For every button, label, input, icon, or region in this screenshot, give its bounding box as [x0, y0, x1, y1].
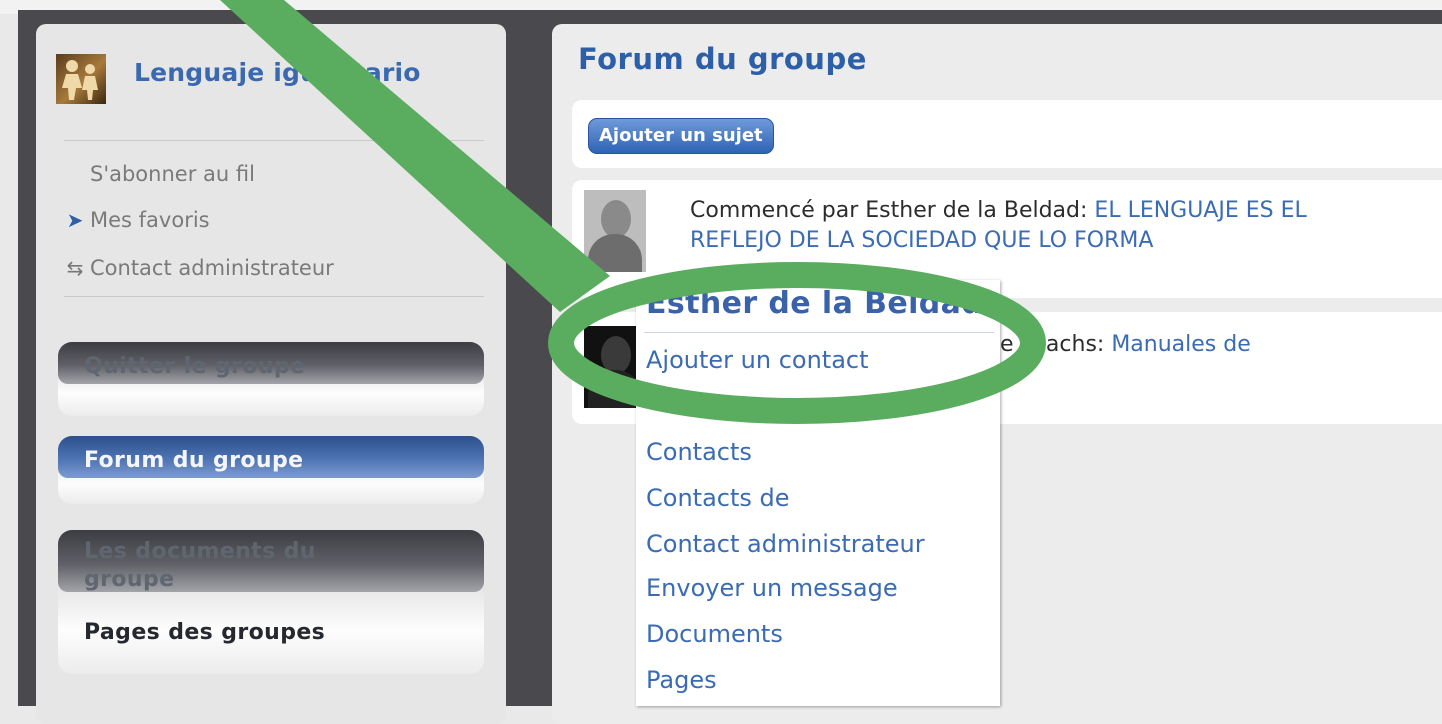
menu-item-contacts[interactable]: Contacts [646, 438, 752, 466]
avatar[interactable] [584, 190, 646, 272]
menu-item-documents[interactable]: Documents [646, 620, 783, 648]
sidebar-subscribe-link[interactable]: S'abonner au fil [64, 162, 255, 186]
forum-box: Forum du groupe [58, 436, 484, 504]
sidebar-contact-admin-link[interactable]: ⇆ Contact administrateur [64, 256, 334, 280]
people-icon [62, 60, 98, 100]
sidebar-favorites-link[interactable]: ➤ Mes favoris [64, 208, 210, 232]
leave-group-button[interactable]: Quitter le groupe [84, 354, 305, 379]
group-pages-link[interactable]: Pages des groupes [84, 620, 325, 645]
topic-text: Commencé par Esther de la Beldad: EL LEN… [690, 198, 1307, 253]
popup-title[interactable]: Esther de la Beldad [646, 286, 983, 321]
group-name-link[interactable]: Lenguaje igualitario [134, 58, 421, 87]
menu-item-contact-admin[interactable]: Contact administrateur [646, 530, 925, 558]
documents-box: Les documents du groupe Pages des groupe… [58, 530, 484, 674]
user-popup-menu: Esther de la Beldad Ajouter un contact C… [636, 280, 1000, 706]
documents-button[interactable]: Les documents du groupe [84, 538, 404, 594]
forum-button[interactable]: Forum du groupe [84, 448, 303, 473]
leave-group-box: Quitter le groupe [58, 342, 484, 416]
menu-item-add-contact[interactable]: Ajouter un contact [646, 346, 869, 374]
menu-item-contacts-of[interactable]: Contacts de [646, 484, 790, 512]
bookmark-icon: ➤ [66, 208, 84, 232]
add-topic-button[interactable]: Ajouter un sujet [588, 118, 774, 154]
sidebar-divider [64, 140, 484, 141]
sidebar: Lenguaje igualitario S'abonner au fil ➤ M… [36, 24, 506, 724]
group-avatar[interactable] [56, 54, 106, 104]
menu-item-pages[interactable]: Pages [646, 666, 717, 694]
page-title: Forum du groupe [578, 42, 867, 76]
sidebar-divider [64, 296, 484, 297]
menu-item-send-message[interactable]: Envoyer un message [646, 574, 898, 602]
topic-text: e usachs: Manuales de [1000, 332, 1251, 357]
handshake-icon: ⇆ [66, 256, 84, 280]
topic-link[interactable]: Manuales de [1111, 332, 1250, 357]
forum-toolbar: Ajouter un sujet [572, 100, 1442, 168]
popup-divider [644, 332, 994, 333]
